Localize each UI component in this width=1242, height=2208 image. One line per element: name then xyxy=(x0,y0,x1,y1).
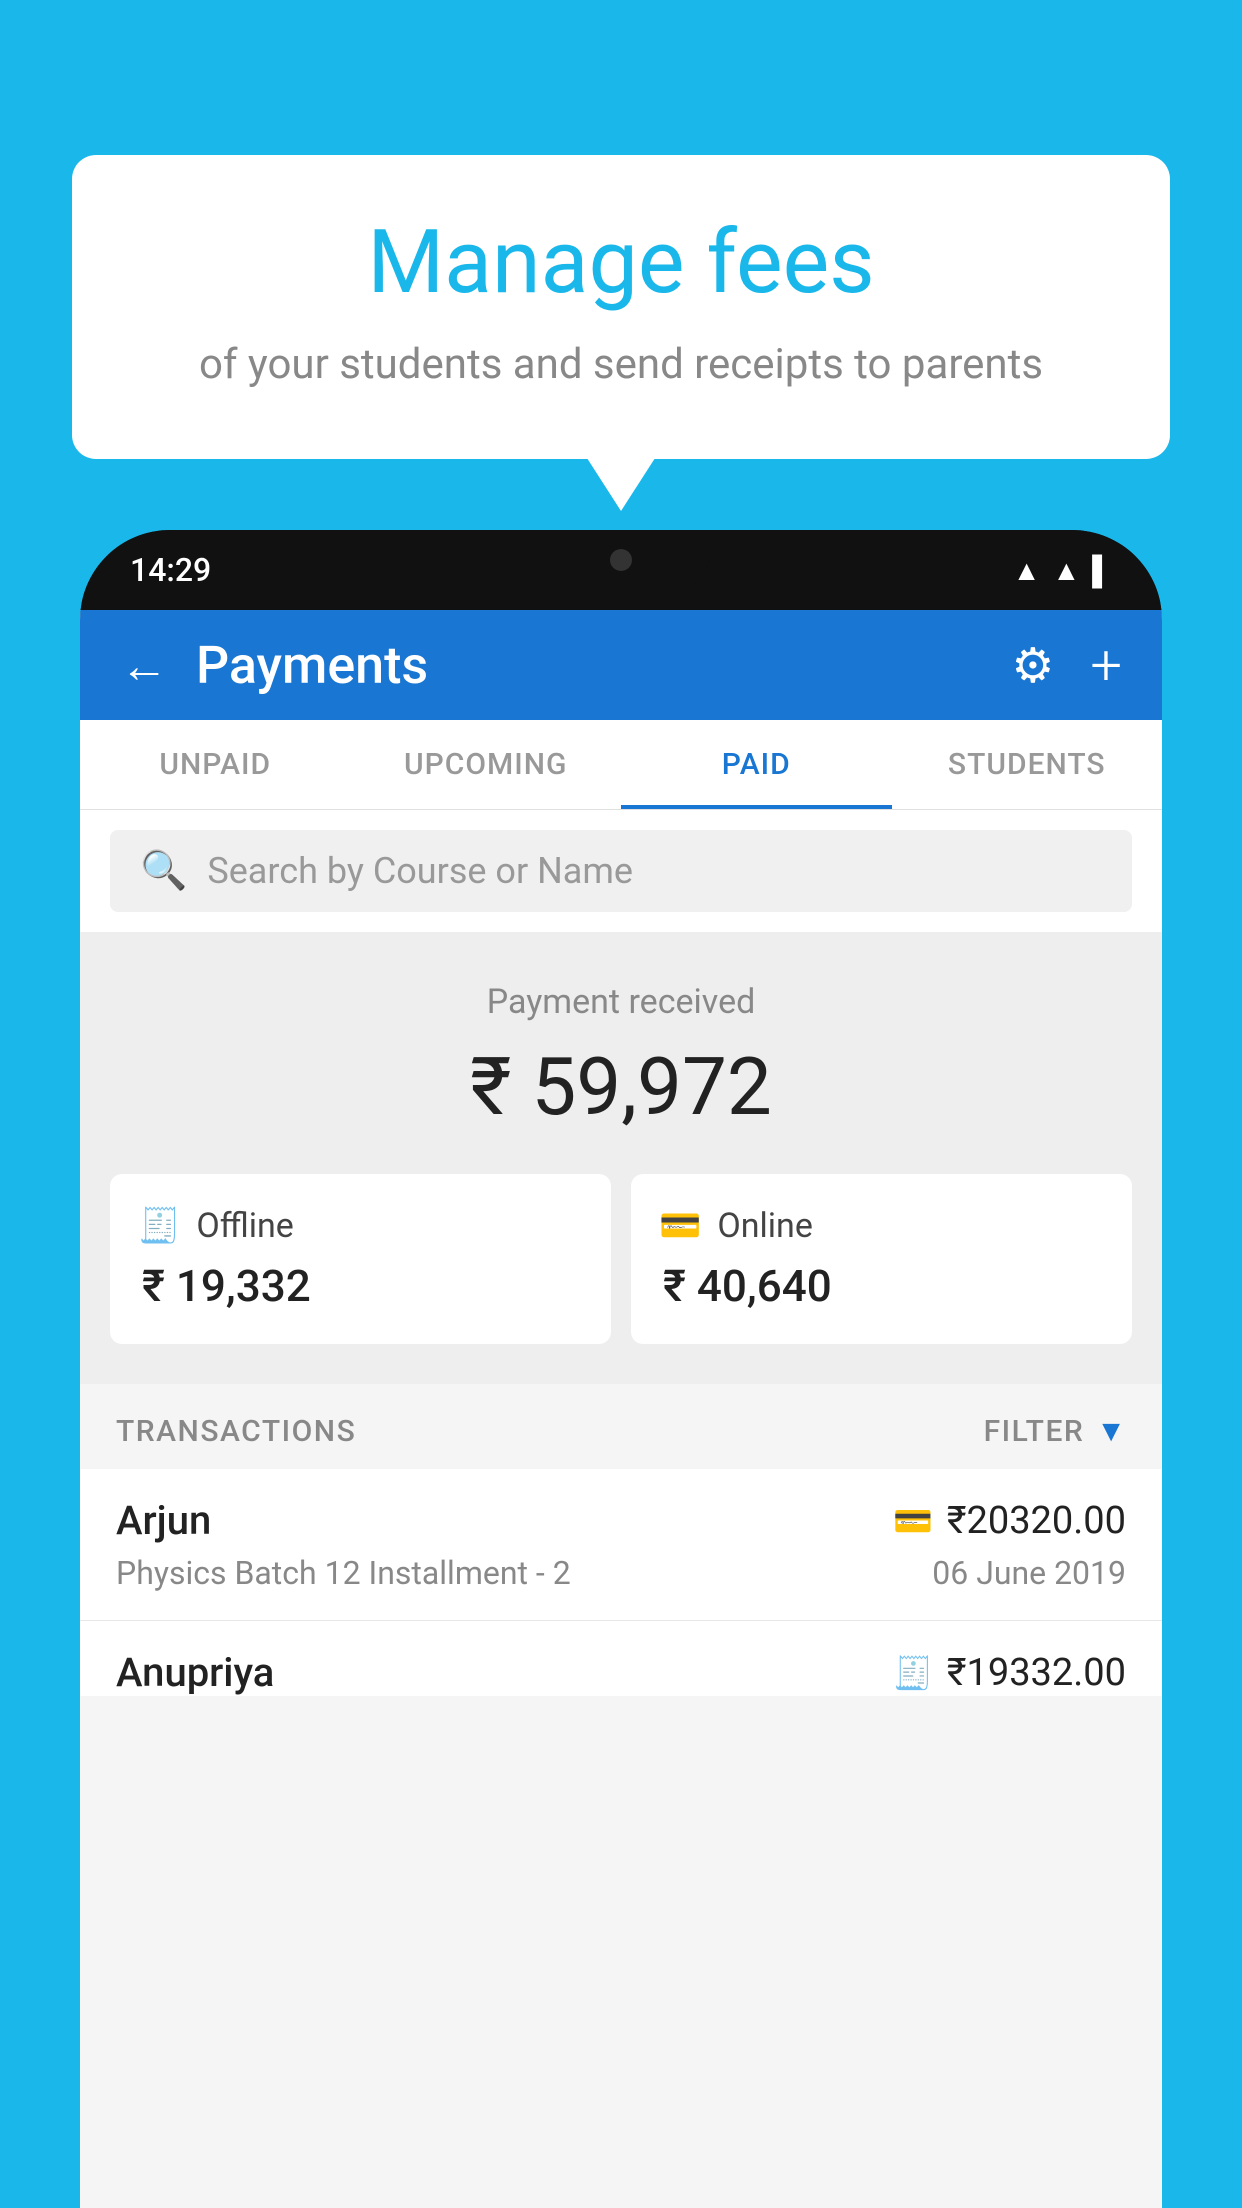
tab-unpaid[interactable]: UNPAID xyxy=(80,720,351,809)
transaction-detail: Physics Batch 12 Installment - 2 xyxy=(116,1554,571,1592)
search-placeholder: Search by Course or Name xyxy=(207,850,633,892)
phone-notch xyxy=(531,530,711,590)
wifi-icon: ▲ xyxy=(1013,554,1041,587)
speech-bubble: Manage fees of your students and send re… xyxy=(72,155,1170,459)
add-button[interactable]: + xyxy=(1090,632,1122,698)
tab-paid[interactable]: PAID xyxy=(621,720,892,809)
header-right: ⚙ + xyxy=(1011,632,1122,698)
page-title: Payments xyxy=(196,635,428,696)
search-container: 🔍 Search by Course or Name xyxy=(80,810,1162,932)
online-icon: 💳 xyxy=(659,1206,701,1246)
transaction-row[interactable]: Anupriya 🧾 ₹19332.00 xyxy=(80,1621,1162,1696)
camera-dot xyxy=(610,549,632,571)
tabs-bar: UNPAID UPCOMING PAID STUDENTS xyxy=(80,720,1162,810)
battery-icon: ▌ xyxy=(1092,554,1112,587)
tab-upcoming[interactable]: UPCOMING xyxy=(351,720,622,809)
transaction-amount: ₹19332.00 xyxy=(947,1651,1126,1695)
speech-bubble-title: Manage fees xyxy=(152,215,1090,312)
transaction-row[interactable]: Arjun 💳 ₹20320.00 Physics Batch 12 Insta… xyxy=(80,1469,1162,1621)
transaction-amount-area: 💳 ₹20320.00 xyxy=(893,1499,1126,1543)
header-left: ← Payments xyxy=(120,635,428,696)
app-screen: ← Payments ⚙ + UNPAID UPCOMING PAID STUD… xyxy=(80,610,1162,2208)
transaction-row-top: Anupriya 🧾 ₹19332.00 xyxy=(116,1649,1126,1696)
offline-payment-card: 🧾 Offline ₹ 19,332 xyxy=(110,1174,611,1344)
online-amount: ₹ 40,640 xyxy=(659,1260,832,1312)
transaction-row-top: Arjun 💳 ₹20320.00 xyxy=(116,1497,1126,1544)
filter-icon: ▼ xyxy=(1096,1414,1126,1449)
payment-cards: 🧾 Offline ₹ 19,332 💳 Online ₹ 40,640 xyxy=(110,1174,1132,1344)
offline-card-header: 🧾 Offline xyxy=(138,1206,294,1246)
transaction-name: Arjun xyxy=(116,1497,211,1544)
tab-students[interactable]: STUDENTS xyxy=(892,720,1163,809)
filter-label: FILTER xyxy=(984,1414,1085,1449)
transaction-date: 06 June 2019 xyxy=(932,1554,1126,1592)
search-icon: 🔍 xyxy=(140,849,187,893)
settings-button[interactable]: ⚙ xyxy=(1011,637,1054,694)
transaction-amount: ₹20320.00 xyxy=(947,1499,1126,1543)
payment-summary: Payment received ₹ 59,972 🧾 Offline ₹ 19… xyxy=(80,932,1162,1384)
transaction-row-bottom: Physics Batch 12 Installment - 2 06 June… xyxy=(116,1554,1126,1592)
transaction-payment-type-icon: 🧾 xyxy=(893,1654,933,1692)
filter-button[interactable]: FILTER ▼ xyxy=(984,1414,1126,1449)
back-button[interactable]: ← xyxy=(120,637,168,694)
transaction-name: Anupriya xyxy=(116,1649,274,1696)
offline-label: Offline xyxy=(196,1206,293,1246)
online-payment-card: 💳 Online ₹ 40,640 xyxy=(631,1174,1132,1344)
transaction-payment-type-icon: 💳 xyxy=(893,1502,933,1540)
offline-icon: 🧾 xyxy=(138,1206,180,1246)
search-box[interactable]: 🔍 Search by Course or Name xyxy=(110,830,1132,912)
offline-amount: ₹ 19,332 xyxy=(138,1260,311,1312)
signal-icon: ▲ xyxy=(1052,554,1080,587)
phone-frame: 14:29 ▲ ▲ ▌ ← Payments ⚙ + UNPAID xyxy=(80,530,1162,2208)
total-payment-amount: ₹ 59,972 xyxy=(110,1040,1132,1134)
online-label: Online xyxy=(717,1206,813,1246)
app-header: ← Payments ⚙ + xyxy=(80,610,1162,720)
online-card-header: 💳 Online xyxy=(659,1206,813,1246)
status-icons: ▲ ▲ ▌ xyxy=(1013,554,1112,587)
status-bar: 14:29 ▲ ▲ ▌ xyxy=(80,530,1162,610)
payment-received-label: Payment received xyxy=(110,982,1132,1022)
transactions-section-label: TRANSACTIONS xyxy=(116,1414,356,1449)
speech-bubble-subtitle: of your students and send receipts to pa… xyxy=(152,340,1090,389)
transactions-header: TRANSACTIONS FILTER ▼ xyxy=(80,1384,1162,1469)
phone-time: 14:29 xyxy=(130,551,211,589)
transaction-amount-area: 🧾 ₹19332.00 xyxy=(893,1651,1126,1695)
